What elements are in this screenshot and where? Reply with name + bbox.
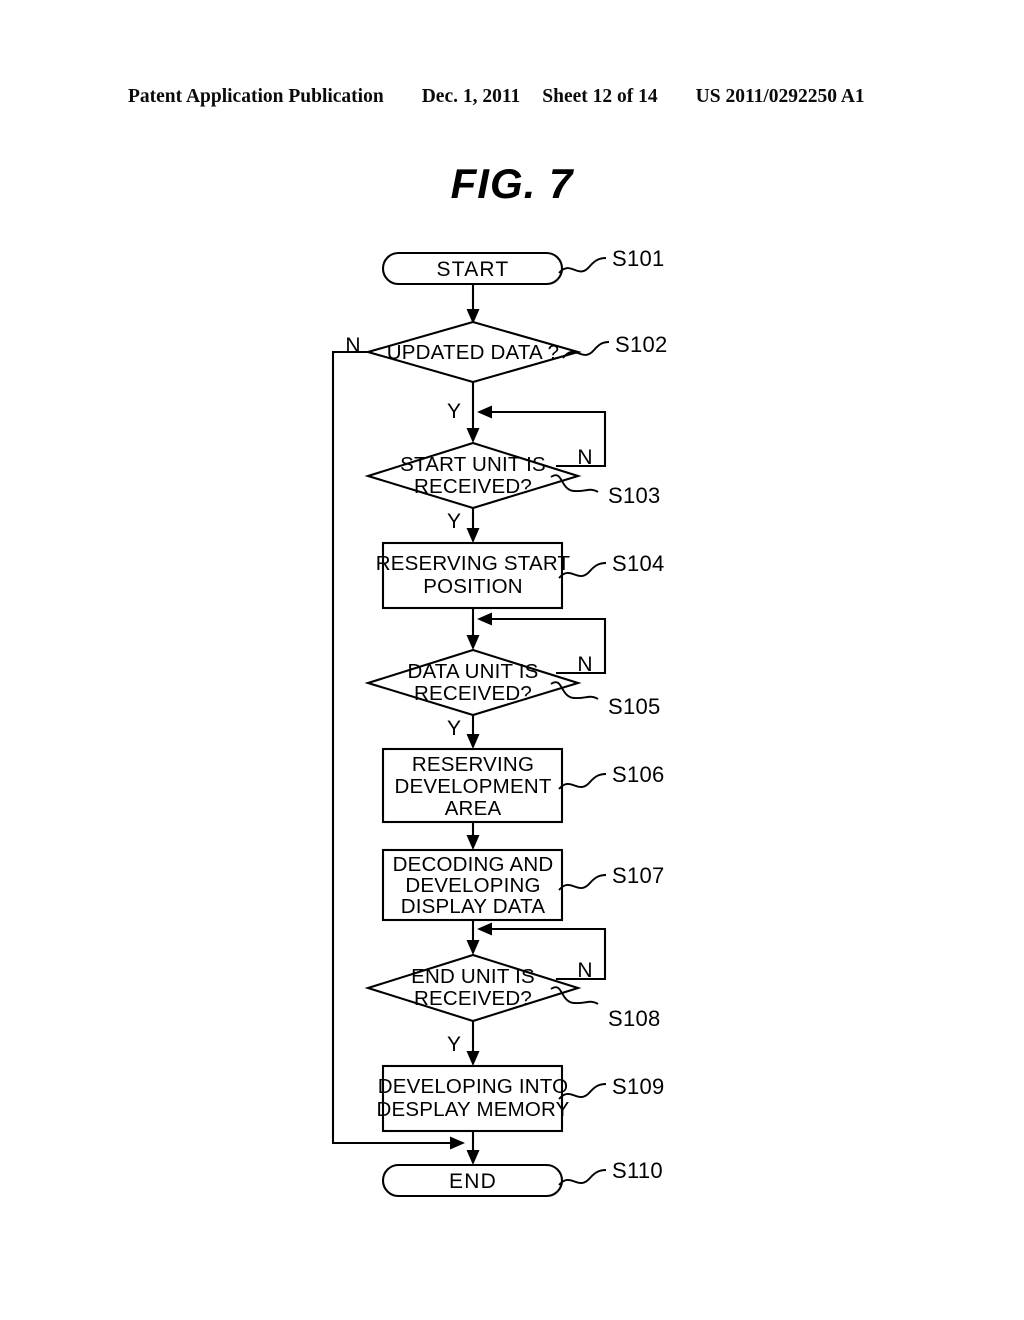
- node-end-unit-label-2: RECEIVED?: [414, 987, 532, 1010]
- node-devarea-label-2: DEVELOPMENT: [394, 775, 551, 798]
- edge-dataunit-yes-to-devarea: [466, 715, 480, 749]
- branch-label-y-s108: Y: [447, 1033, 461, 1056]
- node-devarea-label-3: AREA: [445, 797, 502, 820]
- branch-label-y-s102: Y: [447, 400, 461, 423]
- node-decoding-label-2: DEVELOPING: [405, 874, 540, 897]
- step-leader-s106: S106: [558, 762, 665, 790]
- step-label-s103: S103: [608, 483, 661, 508]
- step-label-s104: S104: [612, 551, 665, 576]
- node-reserving-start-position: RESERVING START POSITION: [376, 541, 571, 610]
- branch-label-n-s102: N: [345, 334, 360, 357]
- node-start-terminator: START: [381, 251, 564, 286]
- step-label-s105: S105: [608, 694, 661, 719]
- node-start-unit-decision: START UNIT IS RECEIVED?: [364, 441, 582, 510]
- node-start-label: START: [437, 258, 510, 281]
- node-end-unit-decision: END UNIT IS RECEIVED?: [364, 953, 582, 1023]
- node-end-terminator: END: [381, 1163, 564, 1198]
- node-data-unit-label-2: RECEIVED?: [414, 682, 532, 705]
- edge-devarea-to-decoding: [466, 822, 480, 850]
- node-start-unit-label-2: RECEIVED?: [414, 475, 532, 498]
- edge-start-to-updated: [466, 283, 480, 324]
- flowchart-diagram: START UPDATED DATA ? START UNIT IS RECEI…: [331, 246, 668, 1198]
- node-decoding-label-1: DECODING AND: [393, 853, 554, 876]
- branch-label-y-s105: Y: [447, 717, 461, 740]
- step-leader-s110: S110: [558, 1158, 663, 1186]
- branch-label-n-s105: N: [577, 653, 592, 676]
- node-data-unit-decision: DATA UNIT IS RECEIVED?: [364, 648, 582, 717]
- node-devarea-label-1: RESERVING: [412, 753, 534, 776]
- node-developing-into-display-memory: DEVELOPING INTO DESPLAY MEMORY: [376, 1064, 569, 1133]
- step-leader-s101: S101: [558, 246, 665, 274]
- edge-reserve-to-dataunit: [466, 608, 480, 650]
- node-devmemory-label-1: DEVELOPING INTO: [378, 1075, 569, 1098]
- node-reserve-label-1: RESERVING START: [376, 552, 571, 575]
- step-label-s102: S102: [615, 332, 668, 357]
- node-reserve-label-2: POSITION: [423, 575, 523, 598]
- step-label-s107: S107: [612, 863, 665, 888]
- node-data-unit-label-1: DATA UNIT IS: [407, 660, 538, 683]
- edge-endunit-yes-to-devmemory: [466, 1021, 480, 1066]
- step-leader-s104: S104: [558, 551, 665, 579]
- step-leader-s109: S109: [558, 1074, 665, 1100]
- edge-updated-yes-to-startunit: [466, 382, 480, 443]
- step-leader-s105: S105: [550, 681, 661, 719]
- step-label-s110: S110: [612, 1158, 663, 1183]
- node-devmemory-label-2: DESPLAY MEMORY: [376, 1098, 569, 1121]
- node-decoding-label-3: DISPLAY DATA: [401, 895, 546, 918]
- patent-page: Patent Application Publication Dec. 1, 2…: [0, 0, 1024, 1320]
- node-updated-data-label: UPDATED DATA ?: [387, 341, 560, 364]
- edge-devmemory-to-end: [466, 1131, 480, 1165]
- step-leader-s108: S108: [550, 986, 661, 1031]
- node-end-label: END: [449, 1170, 497, 1193]
- step-label-s106: S106: [612, 762, 665, 787]
- step-label-s108: S108: [608, 1006, 661, 1031]
- node-reserving-development-area: RESERVING DEVELOPMENT AREA: [381, 747, 564, 824]
- step-leader-s102: S102: [562, 332, 668, 359]
- branch-label-y-s103: Y: [447, 510, 461, 533]
- node-end-unit-label-1: END UNIT IS: [411, 965, 535, 988]
- node-decoding-developing-display-data: DECODING AND DEVELOPING DISPLAY DATA: [381, 848, 564, 922]
- node-updated-data-decision: UPDATED DATA ?: [364, 320, 582, 384]
- step-leader-s107: S107: [558, 863, 665, 891]
- step-label-s109: S109: [612, 1074, 665, 1099]
- step-label-s101: S101: [612, 246, 665, 271]
- edge-startunit-yes-to-reserve: [466, 508, 480, 543]
- branch-label-n-s108: N: [577, 959, 592, 982]
- node-start-unit-label-1: START UNIT IS: [400, 453, 546, 476]
- branch-label-n-s103: N: [577, 446, 592, 469]
- edge-decoding-to-endunit: [466, 920, 480, 955]
